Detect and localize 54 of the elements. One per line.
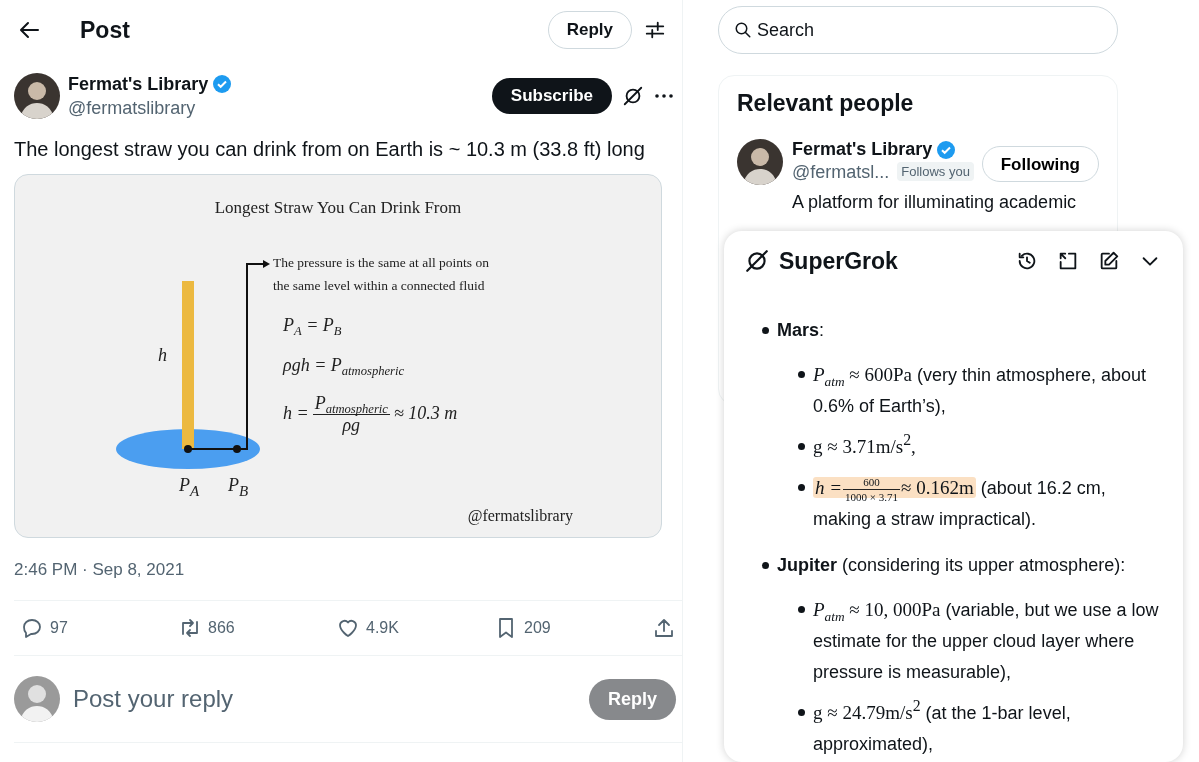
bullet-text: Mars:	[777, 319, 825, 342]
equation: h = P$_{atmospheric}$ ρg ≈ 10.3 m	[283, 393, 458, 436]
bullet-icon	[798, 709, 805, 717]
following-button[interactable]: Following	[981, 146, 1099, 182]
bullet-icon	[762, 562, 769, 570]
share-icon[interactable]	[652, 616, 676, 640]
search-field[interactable]: Search	[718, 6, 1118, 54]
bullet-icon	[798, 484, 805, 491]
post-timestamp[interactable]: 2:46 PM · Sep 8, 2021	[14, 560, 682, 580]
stat-count: 97	[50, 619, 68, 637]
history-icon[interactable]	[1016, 250, 1038, 272]
bullet-text: P$_{atm}$ ≈ 10, 000Pa (variable, but we use a low estimate for the upper cloud layer where pressure is measurable),	[813, 598, 1160, 685]
section-title: Relevant people	[737, 90, 915, 117]
author-handle[interactable]: @fermatslibrary	[68, 97, 492, 119]
bullet-icon	[798, 606, 805, 614]
search-icon	[734, 21, 752, 39]
author-name[interactable]: Fermat's Library	[68, 73, 209, 95]
bullet-icon	[798, 371, 805, 378]
bullet-text: g ≈ 3.71m/s$^{2}$,	[813, 431, 916, 459]
sliders-icon[interactable]	[644, 19, 666, 41]
bullet-icon	[762, 327, 769, 334]
stat-count: 866	[208, 619, 235, 637]
avatar	[737, 139, 783, 185]
equation: ρgh = P$_{atmospheric}$	[283, 355, 405, 376]
diagram-note: the same level within a connected fluid	[273, 278, 485, 294]
diagram-credit: @fermatslibrary	[467, 507, 573, 525]
bullet-icon	[798, 443, 805, 450]
diagram-note: The pressure is the same at all points on	[273, 255, 489, 271]
subscribe-button[interactable]: Subscribe	[491, 78, 612, 114]
person-name[interactable]: Fermat's Library	[792, 139, 933, 160]
edit-icon[interactable]	[1098, 250, 1120, 272]
bullet-text: Jupiter (considering its upper atmosphere):	[777, 554, 1126, 578]
equation: P$_{A}$ = P$_{B}$	[283, 315, 342, 336]
stat-count: 209	[524, 619, 551, 637]
follows-you-badge: Follows you	[897, 162, 974, 181]
expand-icon[interactable]	[1057, 250, 1079, 272]
point-label: P$_{A}$	[179, 475, 200, 500]
bullet-text: P$_{atm}$ ≈ 600Pa (very thin atmosphere, about 0.6% of Earth’s),	[813, 363, 1148, 418]
point-label: P$_{B}$	[228, 475, 249, 500]
person-bio: A platform for illuminating academic	[792, 192, 1078, 213]
grok-icon[interactable]	[622, 85, 644, 107]
diagram-title: Longest Straw You Can Drink From	[214, 198, 462, 218]
comment-icon[interactable]	[20, 616, 44, 640]
avatar	[14, 73, 60, 119]
stat-count: 4.9K	[366, 619, 399, 637]
person-handle[interactable]: @fermatsl...	[792, 162, 890, 183]
reply-button[interactable]: Reply	[547, 11, 632, 49]
bullet-text: g ≈ 24.79m/s$^{2}$ (at the 1-bar level, approximated),	[813, 697, 1072, 757]
panel-title: SuperGrok	[779, 247, 899, 275]
avatar	[14, 676, 60, 722]
grok-icon[interactable]	[744, 248, 770, 274]
post-text: The longest straw you can drink from on Earth is ~ 10.3 m (33.8 ft) long	[14, 138, 646, 161]
height-label: h	[158, 345, 167, 366]
page-title: Post	[80, 16, 131, 44]
